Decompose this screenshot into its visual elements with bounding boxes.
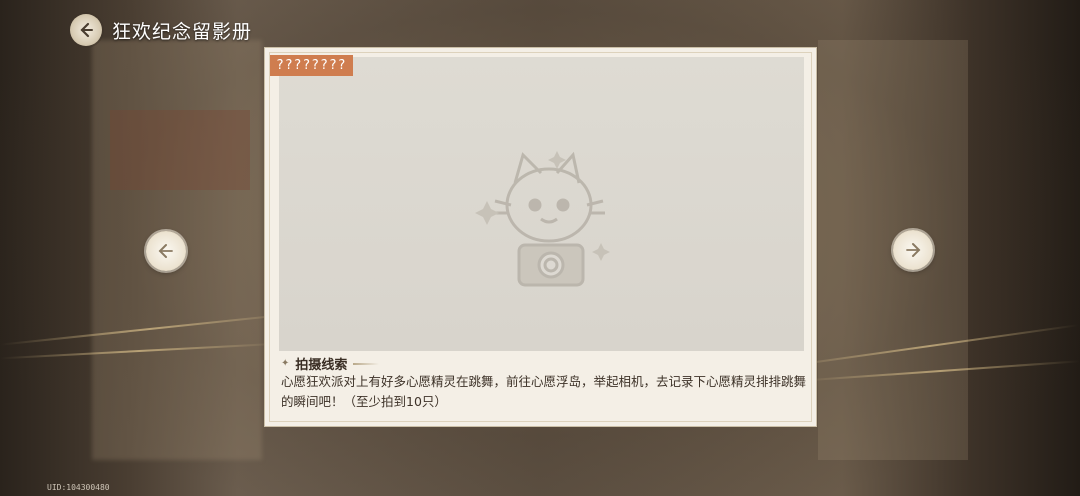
- next-button[interactable]: [893, 230, 933, 270]
- arrow-left-icon: [158, 244, 173, 258]
- clue-heading: ✦ 拍摄线索: [281, 354, 380, 373]
- prev-button[interactable]: [146, 231, 186, 271]
- arrow-right-icon: [906, 243, 921, 257]
- diamond-icon: ✦: [281, 358, 290, 369]
- clue-description: 心愿狂欢派对上有好多心愿精灵在跳舞，前往心愿浮岛，举起相机，去记录下心愿精灵排排…: [281, 374, 807, 409]
- back-button[interactable]: [70, 14, 102, 46]
- photo-slot[interactable]: ????????: [270, 55, 804, 351]
- photo-name-tag: ????????: [270, 55, 353, 76]
- heading-divider: [353, 362, 380, 365]
- photo-album-card: ???????? ✦ 拍摄线索 心愿狂欢派对上有好多心愿精灵在跳舞，前往心愿浮岛…: [264, 47, 817, 427]
- uid-label: UID:104300480: [47, 483, 110, 492]
- background-panel-left-image: [110, 110, 250, 190]
- cat-camera-placeholder-icon: [475, 143, 625, 293]
- back-arrow-icon: [80, 22, 93, 38]
- header: 狂欢纪念留影册: [70, 14, 252, 46]
- page-title: 狂欢纪念留影册: [112, 20, 253, 43]
- clue-heading-label: 拍摄线索: [295, 358, 348, 373]
